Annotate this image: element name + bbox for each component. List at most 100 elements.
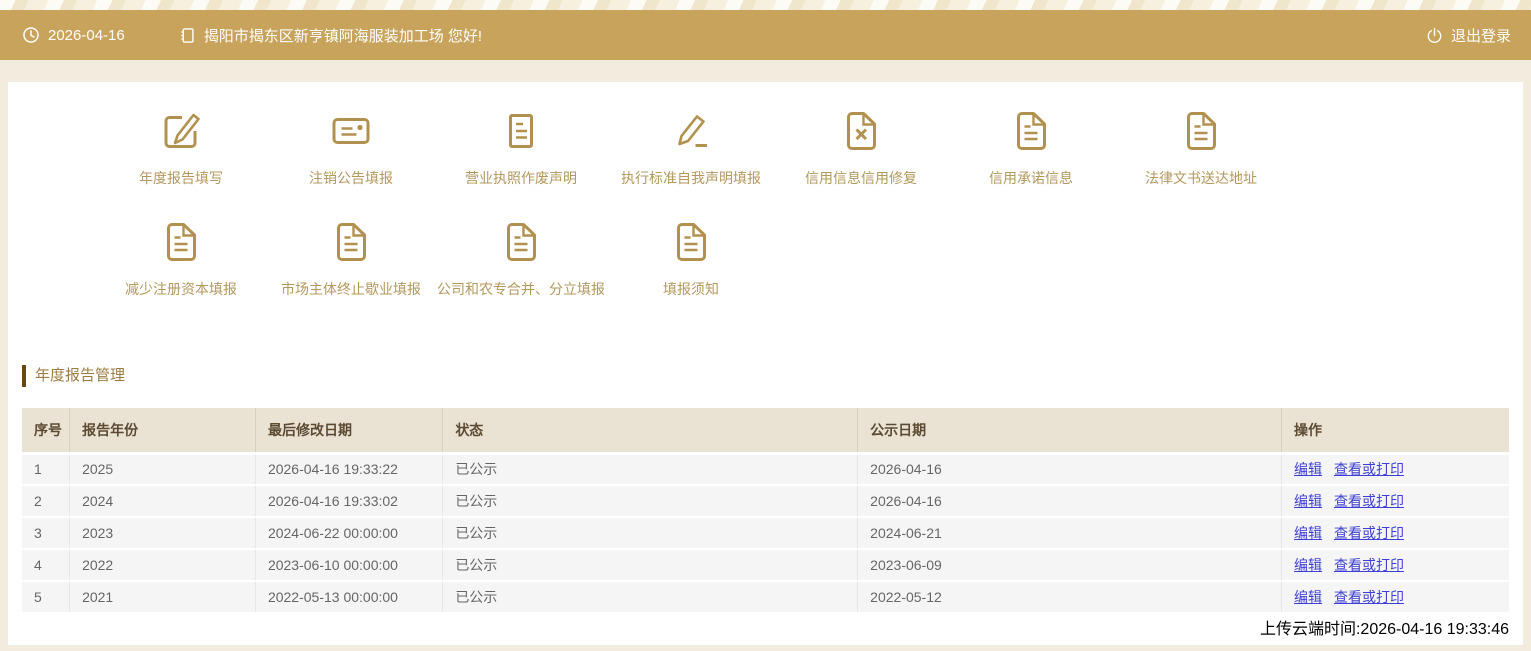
menu-item-1-1[interactable]: 年度报告填写 [96,107,266,188]
cell-status: 已公示 [442,549,859,582]
cell-status: 已公示 [442,485,859,518]
edit-link[interactable]: 编辑 [1294,493,1322,509]
menu-item-1-3[interactable]: 营业执照作废声明 [436,107,606,188]
cell-serial: 3 [22,517,71,550]
cell-publish-date: 2023-06-09 [857,549,1282,582]
menu-item-label: 填报须知 [663,281,719,297]
cell-publish-date: 2022-05-12 [857,581,1282,614]
cell-status: 已公示 [442,581,859,614]
table-row: 2 2024 2026-04-16 19:33:02 已公示 2026-04-16 编辑查… [22,485,1509,518]
background-gap [0,60,1531,82]
power-icon [1426,27,1443,44]
menu-item-label: 执行标准自我声明填报 [621,170,761,186]
edit-link[interactable]: 编辑 [1294,557,1322,573]
menu-item-label: 信用承诺信息 [989,170,1073,186]
menu-item-label: 公司和农专合并、分立填报 [437,281,605,297]
cell-modified: 2022-05-13 00:00:00 [255,581,444,614]
menu-item-1-5[interactable]: 信用信息信用修复 [776,107,946,188]
pencil-underline-icon [667,107,715,155]
cell-actions: 编辑 查看或打印 [1281,517,1509,550]
section-title-text: 年度报告管理 [35,367,126,384]
logout-label: 退出登录 [1450,27,1511,45]
cell-year: 2025 [69,451,256,486]
menu-item-2-2[interactable]: 市场主体终止歇业填报 [266,218,436,299]
file-x-icon [837,107,885,155]
table-row: 1 2025 2026-04-16 19:33:22 已公示 2026-04-16 编辑查… [22,451,1509,486]
cell-actions: 编辑 查看或打印 [1281,581,1509,614]
menu-item-label: 营业执照作废声明 [465,170,577,186]
cell-status: 已公示 [442,517,859,550]
cell-year: 2021 [69,581,256,614]
menu-item-1-6[interactable]: 信用承诺信息 [946,107,1116,188]
cell-actions: 编辑 查看或打印 [1281,549,1509,582]
decorative-texture-strip [0,0,1531,10]
cell-modified: 2026-04-16 19:33:22 [255,451,444,486]
cell-modified: 2026-04-16 19:33:02 [255,485,444,518]
cell-year: 2024 [69,485,256,518]
column-header: 操作 [1281,408,1509,453]
menu-item-1-4[interactable]: 执行标准自我声明填报 [606,107,776,188]
menu-item-label: 减少注册资本填报 [125,281,237,297]
file-text-icon [1007,107,1055,155]
cell-serial: 4 [22,549,71,582]
edit-link[interactable]: 编辑 [1294,461,1322,477]
column-header: 报告年份 [69,408,256,453]
logout-button[interactable]: 退出登录 [1426,25,1511,46]
cell-publish-date: 2024-06-21 [857,517,1282,550]
menu-item-2-3[interactable]: 公司和农专合并、分立填报 [436,218,606,299]
menu-item-2-4[interactable]: 填报须知 [606,218,776,299]
cell-publish-date: 2026-04-16 [857,451,1282,486]
column-header: 最后修改日期 [255,408,444,453]
cell-status: 已公示 [442,451,859,486]
menu-item-label: 年度报告填写 [139,170,223,186]
table-header-row: 序号 报告年份 最后修改日期 状态 公示日期 操作 [22,408,1509,453]
topbar-date-group: 2026-04-16 [22,26,125,44]
menu-row-1: 年度报告填写 注销公告填报 营业执照作废声明 执行标准自我声明填报 信用信息信用修复 信用… [8,82,1523,188]
menu-item-1-7[interactable]: 法律文书送达地址 [1116,107,1286,188]
edit-link[interactable]: 编辑 [1294,525,1322,541]
annual-report-table: 序号 报告年份 最后修改日期 状态 公示日期 操作 1 2025 2026-04-16 19:… [22,408,1509,614]
menu-row-2: 减少注册资本填报 市场主体终止歇业填报 公司和农专合并、分立填报 填报须知 [8,218,1523,299]
company-welcome-text: 揭阳市揭东区新亨镇阿海服装加工场 您好! [203,27,483,45]
view-print-link[interactable]: 查看或打印 [1334,493,1404,509]
cell-actions: 编辑 查看或打印 [1281,485,1509,518]
menu-item-label: 注销公告填报 [309,170,393,186]
cell-modified: 2023-06-10 00:00:00 [255,549,444,582]
clock-icon [22,26,40,44]
cell-year: 2023 [69,517,256,550]
topbar-welcome-group: 揭阳市揭东区新亨镇阿海服装加工场 您好! [179,25,482,46]
edit-square-icon [157,107,205,155]
document-lines-icon [497,107,545,155]
edit-link[interactable]: 编辑 [1294,589,1322,605]
column-header: 状态 [442,408,859,453]
menu-item-label: 法律文书送达地址 [1145,170,1257,186]
view-print-link[interactable]: 查看或打印 [1334,557,1404,573]
cell-publish-date: 2026-04-16 [857,485,1282,518]
menu-item-label: 市场主体终止歇业填报 [281,281,421,297]
menu-item-label: 信用信息信用修复 [805,170,917,186]
cell-serial: 1 [22,451,71,486]
view-print-link[interactable]: 查看或打印 [1334,461,1404,477]
menu-item-2-1[interactable]: 减少注册资本填报 [96,218,266,299]
file-text-icon [157,218,205,266]
view-print-link[interactable]: 查看或打印 [1334,525,1404,541]
file-text-icon [667,218,715,266]
cell-serial: 2 [22,485,71,518]
table-row: 3 2023 2024-06-22 00:00:00 已公示 2024-06-21 编辑查… [22,517,1509,550]
cell-year: 2022 [69,549,256,582]
menu-item-1-2[interactable]: 注销公告填报 [266,107,436,188]
cell-modified: 2024-06-22 00:00:00 [255,517,444,550]
section-title: 年度报告管理 [22,365,1523,387]
cell-actions: 编辑 查看或打印 [1281,451,1509,486]
topbar: 2026-04-16 揭阳市揭东区新亨镇阿海服装加工场 您好! 退出登录 [0,10,1531,60]
content-card: 年度报告填写 注销公告填报 营业执照作废声明 执行标准自我声明填报 信用信息信用修复 信用… [8,82,1523,645]
column-header: 公示日期 [857,408,1282,453]
cell-serial: 5 [22,581,71,614]
topbar-date: 2026-04-16 [48,26,125,44]
column-header: 序号 [22,408,71,453]
file-text-icon [497,218,545,266]
upload-time-text: 上传云端时间:2026-04-16 19:33:46 [1259,621,1509,638]
view-print-link[interactable]: 查看或打印 [1334,589,1404,605]
table-row: 4 2022 2023-06-10 00:00:00 已公示 2023-06-09 编辑查… [22,549,1509,582]
table-row: 5 2021 2022-05-13 00:00:00 已公示 2022-05-12 编辑查… [22,581,1509,614]
